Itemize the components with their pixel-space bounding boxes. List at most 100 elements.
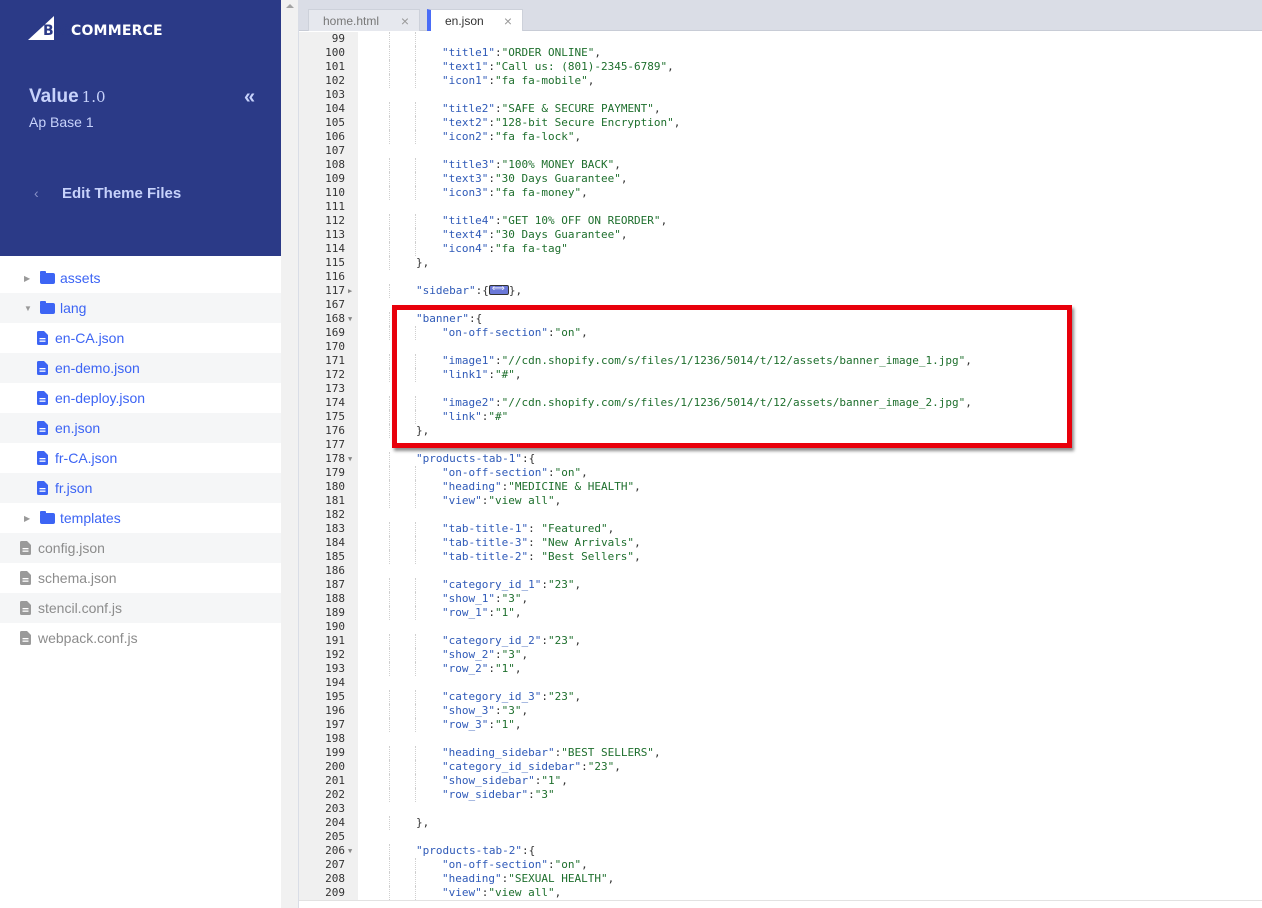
punctuation: ,: [554, 494, 562, 507]
close-icon[interactable]: ×: [401, 13, 409, 29]
back-chevron-icon[interactable]: ‹: [34, 185, 39, 201]
fold-expanded-icon[interactable]: ▼: [348, 844, 352, 858]
code-line: 176},: [299, 424, 1262, 438]
json-value: "GET 10% OFF ON REORDER": [501, 214, 661, 227]
file-tree-item[interactable]: en-deploy.json: [0, 383, 281, 413]
json-value: "3": [501, 592, 522, 605]
file-tree-item[interactable]: ▼ lang: [0, 293, 281, 323]
json-key: "title3": [442, 158, 495, 171]
line-number: 196: [325, 704, 345, 717]
horizontal-scrollbar[interactable]: [299, 900, 1262, 908]
indent-guide: [415, 102, 416, 116]
line-number: 194: [325, 676, 345, 689]
json-key: "show_3": [442, 704, 495, 717]
punctuation: ,: [614, 760, 621, 773]
json-key: "heading_sidebar": [442, 746, 555, 759]
line-number: 105: [325, 116, 345, 129]
code-line: 194: [299, 676, 1262, 690]
json-value: "1": [494, 718, 515, 731]
line-number: 208: [325, 872, 345, 885]
indent-guide: [389, 452, 390, 466]
json-key: "show_2": [442, 648, 495, 661]
indent-guide: [389, 648, 390, 662]
json-value: "1": [494, 606, 515, 619]
file-tree-item[interactable]: ▶ templates: [0, 503, 281, 533]
caret-right-icon[interactable]: ▶: [24, 514, 32, 523]
code-line: 173: [299, 382, 1262, 396]
indent-guide: [415, 662, 416, 676]
close-icon[interactable]: ×: [504, 13, 512, 29]
fold-collapsed-icon[interactable]: ▶: [348, 284, 352, 298]
file-tree-item[interactable]: fr-CA.json: [0, 443, 281, 473]
json-key: "text3": [442, 172, 489, 185]
code-line: 103: [299, 88, 1262, 102]
json-value: "23": [547, 634, 575, 647]
json-value: "Best Sellers": [534, 550, 635, 563]
file-icon: [20, 541, 31, 555]
file-tree-item[interactable]: ▶ assets: [0, 263, 281, 293]
json-value: "fa fa-tag": [494, 242, 568, 255]
tab-en-json[interactable]: en.json ×: [427, 9, 523, 31]
json-value: "view all": [488, 886, 555, 899]
json-key: "icon3": [442, 186, 489, 199]
json-key: "text1": [442, 60, 489, 73]
json-key: "products-tab-2": [416, 844, 522, 857]
file-tree-item[interactable]: stencil.conf.js: [0, 593, 281, 623]
tab-label: home.html: [323, 13, 380, 28]
caret-right-icon[interactable]: ▶: [24, 274, 32, 283]
punctuation: ,: [581, 186, 588, 199]
file-tree-item[interactable]: config.json: [0, 533, 281, 563]
indent-guide: [415, 32, 416, 46]
json-value: "30 Days Guarantee": [494, 228, 621, 241]
caret-down-icon[interactable]: ▼: [24, 304, 32, 313]
code-area[interactable]: 99 100 "title1":"ORDER ONLINE", 101 "text1":…: [299, 32, 1262, 900]
file-icon: [37, 361, 48, 375]
scroll-up-arrow-icon[interactable]: [286, 4, 294, 8]
code-line: 101 "text1":"Call us: (801)-2345-6789",: [299, 60, 1262, 74]
indent-guide: [415, 690, 416, 704]
file-tree-label: assets: [60, 270, 101, 286]
sidebar-scrollbar[interactable]: [281, 0, 299, 908]
punctuation: ,: [653, 746, 661, 759]
file-tree-item[interactable]: fr.json: [0, 473, 281, 503]
line-number: 202: [325, 788, 345, 801]
punctuation: ,: [965, 396, 972, 409]
folded-block-widget[interactable]: [488, 282, 509, 296]
punctuation: ,: [634, 550, 641, 563]
json-key: "icon2": [442, 130, 489, 143]
line-number: 113: [325, 228, 345, 241]
folder-icon: [40, 270, 55, 284]
code-line: 100 "title1":"ORDER ONLINE",: [299, 46, 1262, 60]
code-line: 208 "heading":"SEXUAL HEALTH",: [299, 872, 1262, 886]
indent-guide: [389, 480, 390, 494]
file-tree-item[interactable]: en-CA.json: [0, 323, 281, 353]
indent-guide: [415, 326, 416, 340]
tab-home-html[interactable]: home.html ×: [308, 9, 420, 31]
json-value: "BEST SELLERS": [561, 746, 654, 759]
file-tree-label: webpack.conf.js: [38, 630, 138, 646]
line-number: 188: [325, 592, 345, 605]
fold-expanded-icon[interactable]: ▼: [348, 312, 352, 326]
line-number: 103: [325, 88, 345, 101]
file-tree-item[interactable]: webpack.conf.js: [0, 623, 281, 653]
folder-icon: [40, 510, 55, 524]
collapse-sidebar-icon[interactable]: «: [244, 86, 255, 109]
code-line: 196 "show_3":"3",: [299, 704, 1262, 718]
json-value: "23": [547, 578, 575, 591]
code-line: 187 "category_id_1":"23",: [299, 578, 1262, 592]
json-value: "ORDER ONLINE": [501, 46, 595, 59]
fold-expanded-icon[interactable]: ▼: [348, 452, 352, 466]
punctuation: ,: [607, 872, 615, 885]
indent-guide: [389, 760, 390, 774]
file-tree-item[interactable]: en.json: [0, 413, 281, 443]
indent-guide: [389, 256, 390, 270]
code-line: 190: [299, 620, 1262, 634]
code-line: 181 "view":"view all",: [299, 494, 1262, 508]
json-value: "#": [494, 368, 515, 381]
sidebar: BIGCOMMERCE Value 1.0 Ap Base 1 « ‹ Edit …: [0, 0, 281, 908]
file-tree-item[interactable]: schema.json: [0, 563, 281, 593]
line-number: 184: [325, 536, 345, 549]
file-tree-item[interactable]: en-demo.json: [0, 353, 281, 383]
json-key: "on-off-section": [442, 858, 548, 871]
punctuation: ,: [554, 886, 562, 899]
